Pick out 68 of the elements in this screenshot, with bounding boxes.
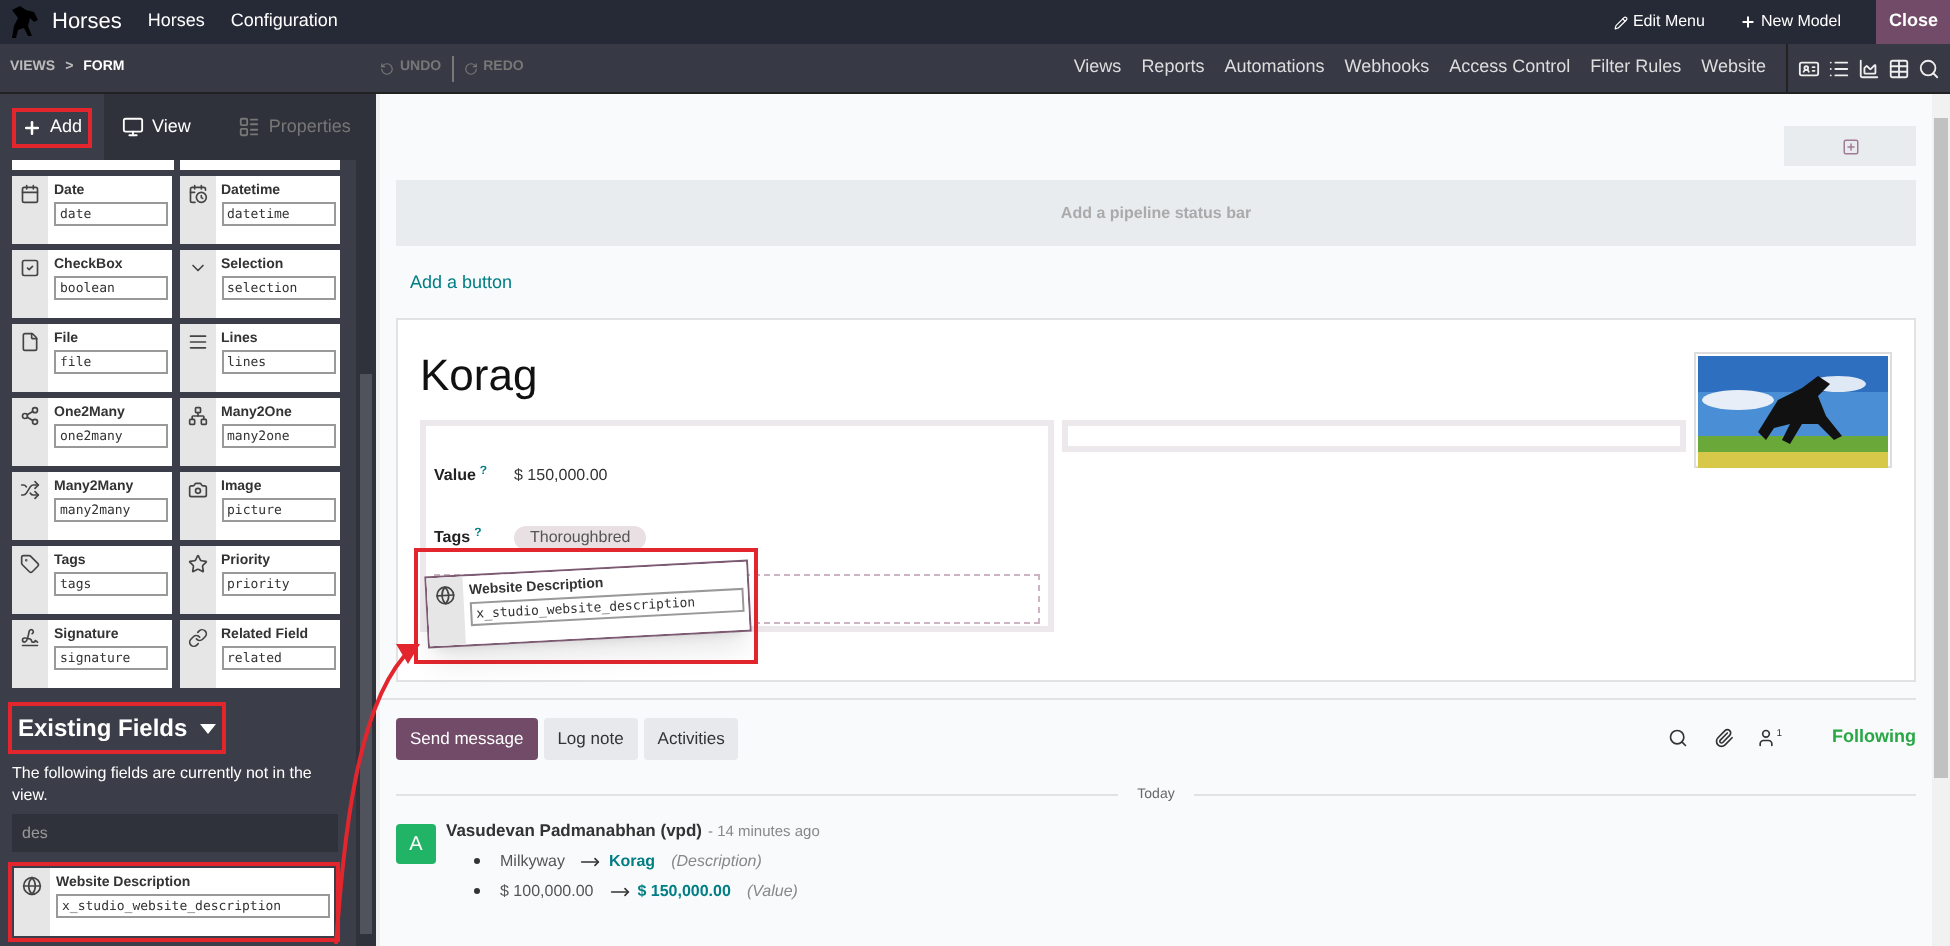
chatter-button[interactable]: Log note: [543, 717, 638, 759]
edit-menu-button[interactable]: Edit Menu: [1614, 10, 1705, 34]
field-label: Tags $^{?}$: [434, 526, 484, 550]
studio-menu-item[interactable]: Access Control: [1449, 54, 1571, 82]
globe-icon: [22, 876, 42, 896]
chatter-button[interactable]: Activities: [643, 717, 739, 759]
globe-icon: [434, 583, 456, 605]
calendar-clock-icon: [187, 184, 207, 204]
record-title: Korag: [420, 347, 540, 403]
studio-menu-item[interactable]: Website: [1701, 54, 1766, 82]
existing-fields-heading[interactable]: Existing Fields: [8, 702, 226, 754]
menu-item[interactable]: Horses: [147, 8, 205, 36]
changed-field: (Value): [746, 879, 798, 904]
network-icon: [187, 406, 207, 426]
signature-icon: [20, 628, 40, 648]
sidebar-tab[interactable]: Add: [0, 94, 105, 160]
graph-view-icon[interactable]: [1858, 57, 1880, 79]
horse-logo-icon: [8, 4, 44, 40]
monitor-icon: [122, 116, 145, 138]
chatter-button[interactable]: Send message: [396, 717, 538, 759]
search-icon[interactable]: [1668, 728, 1689, 748]
checkbox-icon: [20, 258, 40, 278]
calendar-icon: [20, 184, 40, 204]
studio-menu-item[interactable]: Reports: [1141, 54, 1205, 82]
link-icon: [187, 628, 207, 648]
close-button[interactable]: Close: [1876, 0, 1950, 44]
star-icon: [187, 554, 207, 574]
pivot-view-icon[interactable]: [1888, 57, 1910, 79]
existing-fields-description: The following fields are currently not in the view.: [10, 762, 314, 806]
redo-icon: [463, 61, 478, 75]
new-value: Korag: [608, 849, 656, 874]
studio-menu-item[interactable]: Filter Rules: [1590, 54, 1682, 82]
old-value: $ 100,000.00: [500, 879, 594, 904]
new-model-button[interactable]: New Model: [1740, 10, 1841, 34]
list-icon: [238, 116, 261, 138]
changed-field: (Description): [671, 849, 762, 874]
field-value: $ 150,000.00: [514, 464, 608, 488]
plus-icon: [22, 117, 42, 137]
camera-icon: [187, 480, 207, 500]
new-value: $ 150,000.00: [637, 879, 731, 904]
add-button-link[interactable]: Add a button: [410, 270, 513, 297]
field-label: Value $^{?}$: [434, 464, 490, 488]
undo-icon: [380, 61, 394, 75]
shuffle-icon: [20, 480, 40, 500]
studio-menu-item[interactable]: Automations: [1224, 54, 1325, 82]
app-title[interactable]: Horses: [52, 5, 122, 39]
caret-icon: [199, 723, 216, 733]
avatar: A: [396, 824, 436, 864]
message-author: Vasudevan Padmanabhan (vpd): [446, 818, 703, 844]
list-view-icon[interactable]: [1828, 57, 1850, 79]
branch-icon: [20, 406, 40, 426]
sidebar-tab[interactable]: View: [104, 94, 209, 160]
tag-icon: [20, 554, 40, 574]
search-field[interactable]: des: [12, 814, 338, 852]
pencil-icon: [1614, 15, 1629, 29]
paperclip-icon[interactable]: [1714, 728, 1735, 748]
studio-menu-item[interactable]: Views: [1073, 54, 1122, 82]
studio-menu-item[interactable]: Webhooks: [1344, 54, 1430, 82]
old-value: Milkyway: [500, 849, 565, 874]
person-icon: [1756, 728, 1777, 748]
plus-icon: [1841, 137, 1859, 155]
lines-icon: [187, 332, 207, 352]
section-title: Existing Fields: [18, 712, 188, 746]
tag: Thoroughbred: [514, 526, 647, 550]
menu-item[interactable]: Configuration: [230, 8, 338, 36]
file-icon: [20, 332, 40, 352]
plus-icon: [1740, 14, 1757, 30]
kanban-view-icon[interactable]: [1798, 57, 1820, 79]
